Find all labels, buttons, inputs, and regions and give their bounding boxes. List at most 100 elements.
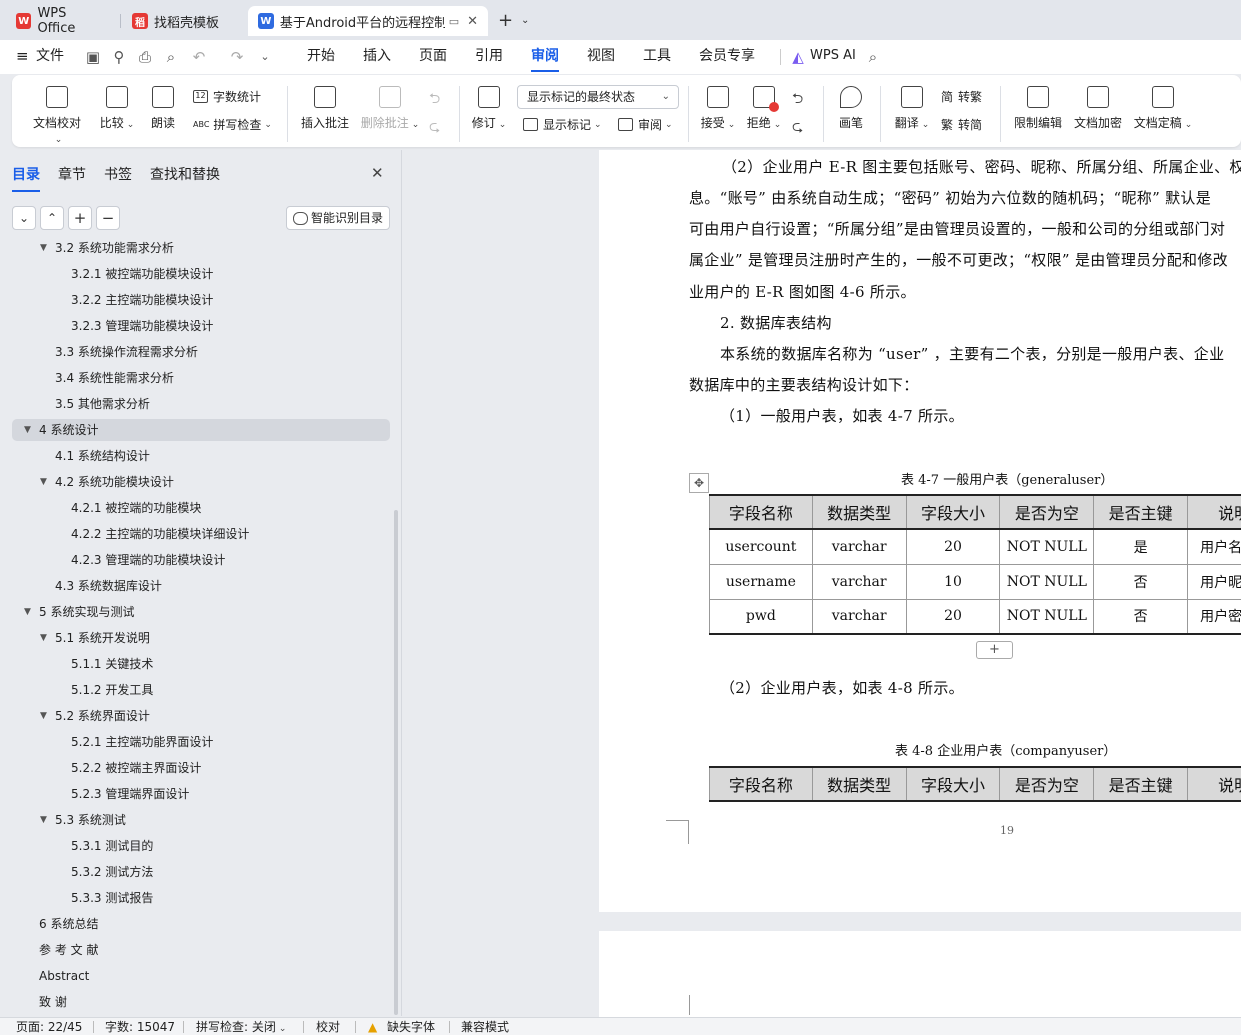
- toc-item[interactable]: 致 谢: [0, 989, 390, 1015]
- expand-toggle-icon[interactable]: ▼: [24, 417, 31, 443]
- menu-page[interactable]: 页面: [419, 40, 447, 74]
- show-markup-button[interactable]: 显示标记 ⌄: [523, 116, 602, 133]
- toc-scrollbar[interactable]: [394, 510, 398, 1015]
- expand-toggle-icon[interactable]: ▼: [40, 807, 47, 833]
- reject-button[interactable]: 拒绝 ⌄: [745, 86, 783, 131]
- toc-item[interactable]: 3.2.1 被控端功能模块设计: [0, 261, 390, 287]
- status-spell-check[interactable]: 拼写检查: 关闭 ⌄: [196, 1019, 286, 1035]
- toc-item[interactable]: 5.3.1 测试目的: [0, 833, 390, 859]
- collapse-up-button[interactable]: ⌃: [40, 206, 64, 230]
- accept-button[interactable]: 接受 ⌄: [699, 86, 737, 131]
- table-cell[interactable]: 用户名: [1187, 528, 1241, 565]
- review-pane-button[interactable]: 审阅 ⌄: [618, 116, 673, 133]
- expand-down-button[interactable]: ⌄: [12, 206, 36, 230]
- redo-icon[interactable]: ↷: [228, 48, 246, 66]
- previous-comment-icon[interactable]: ⮌: [429, 88, 440, 112]
- more-chevron-icon[interactable]: ⌄: [256, 48, 274, 66]
- ai-toc-button[interactable]: 智能识别目录: [286, 206, 390, 230]
- toc-item[interactable]: 4.2.2 主控端的功能模块详细设计: [0, 521, 390, 547]
- menu-home[interactable]: 开始: [307, 40, 335, 74]
- revise-button[interactable]: 修订 ⌄: [470, 86, 508, 131]
- toc-item[interactable]: ▼ 5 系统实现与测试: [0, 599, 390, 625]
- next-revision-icon[interactable]: ⮎: [792, 116, 803, 140]
- panel-tab-sections[interactable]: 章节: [58, 164, 86, 184]
- menu-insert[interactable]: 插入: [363, 40, 391, 74]
- menu-file[interactable]: 文件: [36, 40, 64, 74]
- table-cell[interactable]: 否: [1093, 598, 1189, 635]
- add-heading-button[interactable]: +: [68, 206, 92, 230]
- close-panel-icon[interactable]: ✕: [371, 164, 384, 182]
- new-tab-icon[interactable]: +: [498, 10, 513, 31]
- toc-item[interactable]: 3.2.2 主控端功能模块设计: [0, 287, 390, 313]
- toc-item[interactable]: 5.3.2 测试方法: [0, 859, 390, 885]
- read-aloud-button[interactable]: 朗读: [148, 86, 178, 131]
- table-cell[interactable]: 10: [905, 563, 1001, 600]
- toc-item[interactable]: 5.3.3 测试报告: [0, 885, 390, 911]
- menu-references[interactable]: 引用: [475, 40, 503, 74]
- close-tab-icon[interactable]: ✕: [467, 14, 478, 29]
- toc-item[interactable]: 5.2.2 被控端主界面设计: [0, 755, 390, 781]
- table-cell[interactable]: username: [709, 563, 813, 600]
- expand-toggle-icon[interactable]: ▼: [24, 599, 31, 625]
- table-cell[interactable]: NOT NULL: [999, 598, 1095, 635]
- menu-view[interactable]: 视图: [587, 40, 615, 74]
- tab-docer-templates[interactable]: 稻 找稻壳模板: [122, 6, 242, 36]
- search-icon[interactable]: ⌕: [864, 48, 882, 66]
- translate-button[interactable]: 翻译 ⌄: [893, 86, 931, 131]
- menu-member[interactable]: 会员专享: [699, 40, 755, 74]
- toc-item[interactable]: 5.1.2 开发工具: [0, 677, 390, 703]
- menu-tools[interactable]: 工具: [643, 40, 671, 74]
- toc-item[interactable]: ▼ 4 系统设计: [0, 417, 390, 443]
- menu-review[interactable]: 审阅: [531, 40, 559, 74]
- toc-item[interactable]: 3.2.3 管理端功能模块设计: [0, 313, 390, 339]
- to-simplified-button[interactable]: 繁转简: [941, 116, 982, 133]
- insert-comment-button[interactable]: 插入批注: [300, 86, 350, 131]
- table-cell[interactable]: varchar: [811, 563, 907, 600]
- toc-item[interactable]: Abstract: [0, 963, 390, 989]
- word-count-button[interactable]: 12 字数统计: [193, 88, 261, 105]
- table-cell[interactable]: 是: [1093, 528, 1189, 565]
- status-missing-font[interactable]: 缺失字体: [387, 1019, 435, 1035]
- toc-item[interactable]: 参 考 文 献: [0, 937, 390, 963]
- add-table-row-button[interactable]: +: [976, 641, 1013, 659]
- encrypt-button[interactable]: 文档加密: [1072, 86, 1124, 131]
- table-cell[interactable]: 20: [905, 528, 1001, 565]
- table-move-handle-icon[interactable]: ✥: [689, 473, 709, 493]
- undo-icon[interactable]: ↶: [190, 48, 208, 66]
- print-icon[interactable]: ⎙: [136, 48, 154, 66]
- toc-item[interactable]: 5.2.1 主控端功能界面设计: [0, 729, 390, 755]
- toc-item[interactable]: 4.1 系统结构设计: [0, 443, 390, 469]
- finalize-button[interactable]: 文档定稿 ⌄: [1132, 86, 1194, 131]
- tab-list-chevron-icon[interactable]: ⌄: [521, 15, 529, 26]
- restrict-edit-button[interactable]: 限制编辑: [1012, 86, 1064, 131]
- toc-item[interactable]: 3.4 系统性能需求分析: [0, 365, 390, 391]
- toc-item[interactable]: ▼ 5.2 系统界面设计: [0, 703, 390, 729]
- previous-revision-icon[interactable]: ⮌: [792, 88, 803, 112]
- panel-tab-bookmarks[interactable]: 书签: [104, 164, 132, 184]
- hamburger-icon[interactable]: ≡: [16, 40, 29, 74]
- toc-item[interactable]: 5.1.1 关键技术: [0, 651, 390, 677]
- save-icon[interactable]: ▣: [84, 48, 102, 66]
- spell-check-button[interactable]: ABC 拼写检查 ⌄: [193, 116, 272, 133]
- toc-item[interactable]: ▼ 4.2 系统功能模块设计: [0, 469, 390, 495]
- pen-button[interactable]: 画笔: [835, 86, 867, 131]
- toc-item[interactable]: 4.3 系统数据库设计: [0, 573, 390, 599]
- toc-item[interactable]: ▼ 5.1 系统开发说明: [0, 625, 390, 651]
- menu-wps-ai[interactable]: WPS AI: [810, 40, 856, 74]
- toc-item[interactable]: 3.3 系统操作流程需求分析: [0, 339, 390, 365]
- share-icon[interactable]: ⚲: [110, 48, 128, 66]
- toc-item[interactable]: ▼ 5.3 系统测试: [0, 807, 390, 833]
- markup-state-select[interactable]: 显示标记的最终状态 ⌄: [517, 85, 679, 109]
- expand-toggle-icon[interactable]: ▼: [40, 240, 47, 261]
- panel-tab-find-replace[interactable]: 查找和替换: [150, 164, 220, 184]
- table-cell[interactable]: 用户密: [1187, 598, 1241, 635]
- tab-document[interactable]: W 基于Android平台的远程控制 ▭ ✕: [248, 6, 488, 36]
- table-cell[interactable]: usercount: [709, 528, 813, 565]
- table-cell[interactable]: 否: [1093, 563, 1189, 600]
- table-cell[interactable]: NOT NULL: [999, 563, 1095, 600]
- print-preview-icon[interactable]: ⌕: [162, 48, 180, 66]
- table-cell[interactable]: pwd: [709, 598, 813, 635]
- table-cell[interactable]: varchar: [811, 528, 907, 565]
- toc-item[interactable]: 3.5 其他需求分析: [0, 391, 390, 417]
- toc-item[interactable]: ▼ 3.2 系统功能需求分析: [0, 240, 390, 261]
